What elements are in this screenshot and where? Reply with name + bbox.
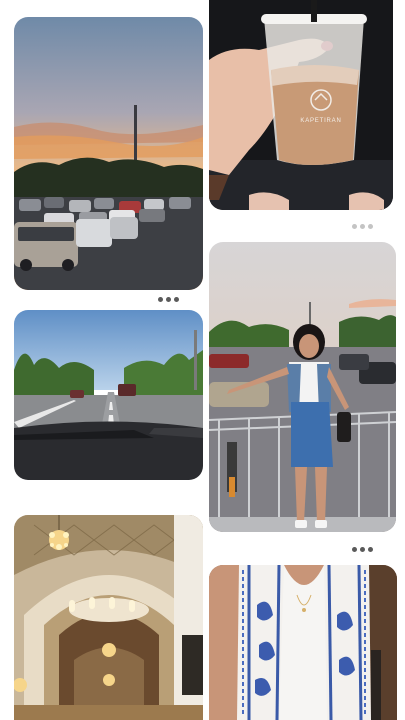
dot-icon (368, 223, 373, 229)
pin-feed: KAPETIRAN (0, 0, 405, 720)
dot-icon (174, 296, 179, 302)
dot-icon (352, 223, 357, 229)
dot-icon (352, 546, 357, 552)
pin-image (209, 242, 396, 532)
dot-icon (158, 296, 163, 302)
pin-image (209, 565, 397, 720)
pin-sunset-parking-lot[interactable] (14, 17, 203, 290)
pin-more-menu[interactable] (158, 295, 179, 303)
pin-image (14, 310, 203, 480)
pin-embroidered-vest-closeup[interactable] (209, 565, 397, 720)
pin-car-dashboard-road[interactable] (14, 310, 203, 480)
pin-woman-posing-parking-lot[interactable] (209, 242, 396, 532)
pin-image (14, 515, 203, 720)
pin-more-menu[interactable] (352, 545, 373, 553)
dot-icon (360, 546, 365, 552)
pin-image (14, 17, 203, 290)
pin-more-menu[interactable] (352, 222, 373, 230)
pin-church-interior-ceiling[interactable] (14, 515, 203, 720)
pin-iced-coffee-cup[interactable]: KAPETIRAN (209, 0, 393, 210)
cup-logo-text: KAPETIRAN (300, 118, 341, 124)
pin-image: KAPETIRAN (209, 0, 393, 210)
dot-icon (368, 546, 373, 552)
dot-icon (360, 223, 365, 229)
dot-icon (166, 296, 171, 302)
